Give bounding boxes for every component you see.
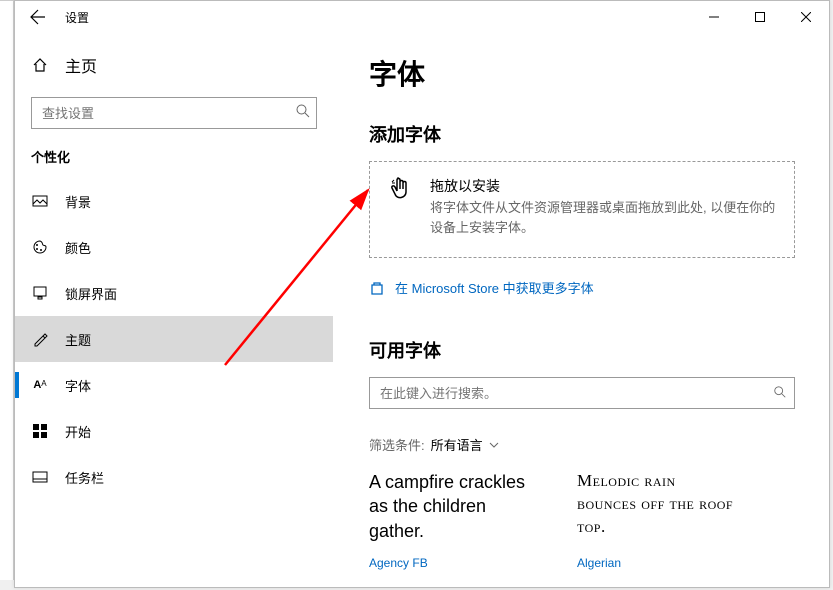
- content-area: 主页 个性化 背景 颜色 锁屏界面 主题: [15, 33, 829, 587]
- nav-label: 字体: [65, 376, 91, 395]
- nav-taskbar[interactable]: 任务栏: [15, 454, 333, 500]
- fonts-icon: AA: [31, 379, 49, 391]
- home-icon: [31, 57, 49, 73]
- close-icon: [801, 12, 811, 22]
- maximize-icon: [755, 12, 765, 22]
- page-heading: 字体: [369, 53, 795, 93]
- font-card[interactable]: A campfire crackles as the children gath…: [369, 470, 529, 570]
- main-panel: 字体 添加字体 拖放以安装 将字体文件从文件资源管理器或桌面拖放到此处, 以便在…: [333, 33, 829, 587]
- add-font-heading: 添加字体: [369, 121, 795, 147]
- home-nav[interactable]: 主页: [15, 45, 333, 85]
- titlebar: 设置: [15, 1, 829, 33]
- dropzone-desc: 将字体文件从文件资源管理器或桌面拖放到此处, 以便在你的设备上安装字体。: [430, 198, 776, 237]
- window-controls: [691, 1, 829, 33]
- nav-fonts[interactable]: AA 字体: [15, 362, 333, 408]
- font-card[interactable]: Melodic rain bounces off the roof top. A…: [577, 470, 737, 570]
- store-link-label: 在 Microsoft Store 中获取更多字体: [395, 278, 594, 297]
- maximize-button[interactable]: [737, 1, 783, 33]
- back-arrow-icon: [30, 9, 46, 25]
- drag-icon: [388, 176, 414, 237]
- filter-value: 所有语言: [431, 435, 483, 454]
- font-search-input[interactable]: [369, 377, 795, 409]
- nav-start[interactable]: 开始: [15, 408, 333, 454]
- filter-label: 筛选条件:: [369, 435, 425, 454]
- section-label: 个性化: [15, 147, 333, 178]
- home-label: 主页: [65, 53, 97, 77]
- nav-background[interactable]: 背景: [15, 178, 333, 224]
- window-title: 设置: [65, 9, 89, 26]
- chevron-down-icon: [489, 442, 499, 448]
- font-sample: Melodic rain bounces off the roof top.: [577, 470, 737, 550]
- nav-color[interactable]: 颜色: [15, 224, 333, 270]
- available-fonts-heading: 可用字体: [369, 337, 795, 363]
- minimize-button[interactable]: [691, 1, 737, 33]
- dropzone-text: 拖放以安装 将字体文件从文件资源管理器或桌面拖放到此处, 以便在你的设备上安装字…: [430, 176, 776, 237]
- theme-icon: [31, 331, 49, 347]
- minimize-icon: [709, 12, 719, 22]
- search-icon[interactable]: [773, 385, 787, 404]
- palette-icon: [31, 239, 49, 255]
- nav-theme[interactable]: 主题: [15, 316, 333, 362]
- nav-label: 锁屏界面: [65, 284, 117, 303]
- start-icon: [31, 424, 49, 438]
- nav-label: 开始: [65, 422, 91, 441]
- dropzone-title: 拖放以安装: [430, 176, 776, 196]
- taskbar-icon: [31, 471, 49, 483]
- background-window-edge: [0, 0, 14, 580]
- nav-label: 任务栏: [65, 468, 104, 487]
- font-sample: A campfire crackles as the children gath…: [369, 470, 529, 550]
- filter-row[interactable]: 筛选条件: 所有语言: [369, 435, 795, 454]
- settings-window: 设置 主页 个性化 背景 颜色: [14, 0, 830, 588]
- search-icon[interactable]: [295, 103, 311, 124]
- store-icon: [369, 280, 385, 296]
- font-name-label: Algerian: [577, 556, 737, 570]
- nav-label: 颜色: [65, 238, 91, 257]
- picture-icon: [31, 193, 49, 209]
- font-dropzone[interactable]: 拖放以安装 将字体文件从文件资源管理器或桌面拖放到此处, 以便在你的设备上安装字…: [369, 161, 795, 258]
- font-name-label: Agency FB: [369, 556, 529, 570]
- font-search-wrap: [369, 377, 795, 435]
- nav-label: 背景: [65, 192, 91, 211]
- search-container: [31, 97, 317, 129]
- sidebar: 主页 个性化 背景 颜色 锁屏界面 主题: [15, 33, 333, 587]
- store-link[interactable]: 在 Microsoft Store 中获取更多字体: [369, 278, 795, 297]
- close-button[interactable]: [783, 1, 829, 33]
- nav-lockscreen[interactable]: 锁屏界面: [15, 270, 333, 316]
- back-button[interactable]: [15, 1, 61, 33]
- settings-search-input[interactable]: [31, 97, 317, 129]
- font-grid: A campfire crackles as the children gath…: [369, 470, 795, 570]
- lockscreen-icon: [31, 285, 49, 301]
- nav-label: 主题: [65, 330, 91, 349]
